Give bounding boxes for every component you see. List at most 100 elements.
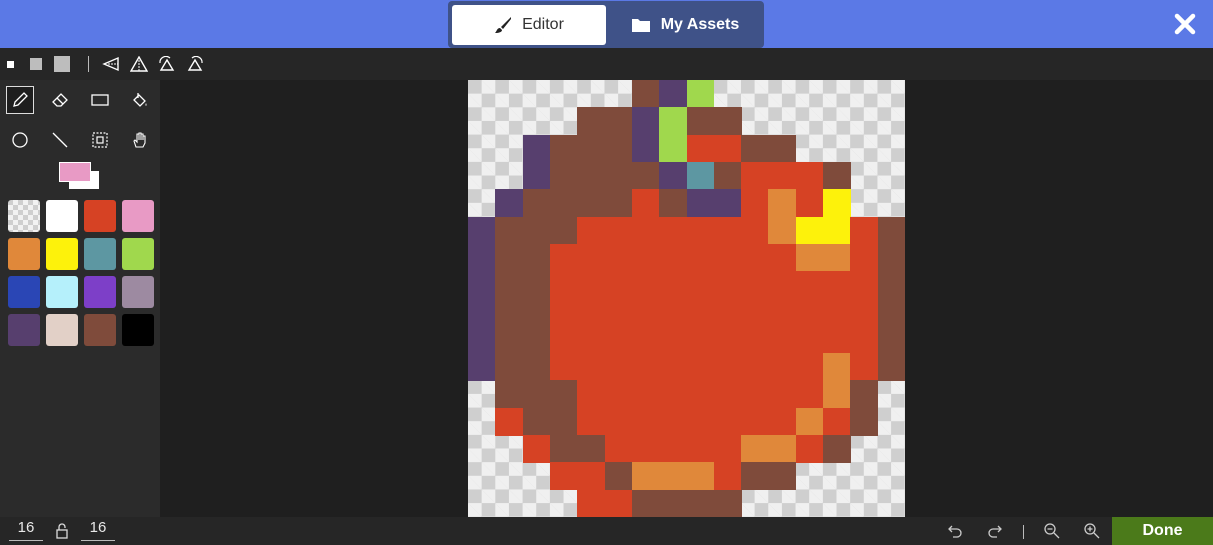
- canvas-pixel: [823, 243, 851, 272]
- close-icon: [1174, 13, 1196, 35]
- palette-swatch[interactable]: [122, 238, 154, 270]
- canvas-pixel: [823, 271, 851, 299]
- brush-size-large[interactable]: [52, 48, 72, 80]
- folder-icon: [631, 19, 650, 32]
- tab-editor[interactable]: Editor: [452, 5, 606, 45]
- palette-swatch[interactable]: [8, 238, 40, 270]
- canvas-pixel: [823, 325, 851, 354]
- canvas-pixel: [741, 271, 769, 299]
- canvas-pixel: [686, 189, 715, 218]
- aspect-lock-button[interactable]: [50, 519, 74, 543]
- current-color-preview[interactable]: [59, 162, 103, 192]
- done-button[interactable]: Done: [1112, 517, 1213, 545]
- canvas-pixel: [549, 435, 578, 463]
- canvas-pixel: [549, 271, 578, 299]
- canvas-pixel: [549, 407, 578, 436]
- canvas-pixel: [686, 489, 715, 517]
- canvas-pixel: [741, 243, 769, 272]
- canvas-pixel: [659, 435, 687, 463]
- canvas-pixel: [795, 216, 824, 245]
- bottom-bar: 16 16 Done: [0, 517, 1213, 545]
- palette-swatch[interactable]: [46, 238, 78, 270]
- canvas-pixel: [522, 380, 551, 409]
- canvas-pixel: [713, 380, 742, 409]
- canvas-pixel: [850, 380, 879, 409]
- brush-size-medium[interactable]: [28, 48, 44, 80]
- canvas-pixel: [631, 161, 660, 190]
- eraser-icon: [52, 93, 68, 107]
- brush-size-small[interactable]: [4, 48, 16, 80]
- palette-swatch[interactable]: [46, 276, 78, 308]
- canvas-pixel: [604, 407, 633, 436]
- canvas-pixel: [768, 243, 797, 272]
- tab-my-assets[interactable]: My Assets: [610, 5, 760, 45]
- canvas-pixel: [495, 271, 524, 299]
- canvas-pixel: [713, 462, 742, 491]
- palette-swatch[interactable]: [122, 314, 154, 346]
- close-button[interactable]: [1173, 12, 1197, 36]
- canvas-pixel: [686, 107, 715, 136]
- canvas-pixel: [795, 243, 824, 272]
- canvas-pixel: [686, 462, 715, 491]
- brush-size-medium-icon: [30, 58, 42, 70]
- canvas-pixel: [495, 216, 524, 245]
- canvas-pixel: [850, 271, 879, 299]
- canvas-pixel: [522, 189, 551, 218]
- circle-tool[interactable]: [6, 126, 34, 154]
- tab-my-assets-label: My Assets: [660, 16, 740, 33]
- canvas-pixel: [713, 161, 742, 190]
- canvas-pixel: [713, 189, 742, 218]
- palette-swatch[interactable]: [84, 276, 116, 308]
- marquee-tool[interactable]: [86, 126, 114, 154]
- pan-tool[interactable]: [126, 126, 154, 154]
- zoom-out-button[interactable]: [1040, 519, 1064, 543]
- palette-swatch[interactable]: [46, 314, 78, 346]
- rectangle-tool[interactable]: [86, 86, 114, 114]
- pencil-tool[interactable]: [6, 86, 34, 114]
- brush-size-small-icon: [6, 60, 14, 68]
- canvas-pixel: [604, 216, 633, 245]
- palette-swatch[interactable]: [122, 276, 154, 308]
- flip-horizontal-button[interactable]: [101, 48, 121, 80]
- palette-swatch[interactable]: [8, 276, 40, 308]
- flip-vertical-button[interactable]: [129, 48, 149, 80]
- canvas-pixel: [713, 325, 742, 354]
- palette-swatch[interactable]: [8, 200, 40, 232]
- canvas-pixel: [713, 353, 742, 381]
- canvas-height-input[interactable]: 16: [81, 519, 115, 541]
- rotate-right-button[interactable]: [185, 48, 205, 80]
- canvas-width-input[interactable]: 16: [9, 519, 43, 541]
- undo-button[interactable]: [943, 519, 967, 543]
- line-tool[interactable]: [46, 126, 74, 154]
- canvas-pixel: [795, 189, 824, 218]
- canvas-pixel: [495, 243, 524, 272]
- palette-swatch[interactable]: [8, 314, 40, 346]
- canvas-pixel: [604, 353, 633, 381]
- zoom-in-button[interactable]: [1080, 519, 1104, 543]
- canvas-pixel: [686, 298, 715, 327]
- eraser-tool[interactable]: [46, 86, 74, 114]
- palette-swatch[interactable]: [84, 238, 116, 270]
- toolbar-divider: [88, 56, 89, 72]
- canvas-pixel: [850, 243, 879, 272]
- pixel-canvas[interactable]: [468, 80, 905, 517]
- canvas-pixel: [768, 134, 797, 163]
- redo-icon: [988, 525, 1002, 538]
- redo-button[interactable]: [983, 519, 1007, 543]
- canvas-pixel: [823, 380, 851, 409]
- primary-color[interactable]: [59, 162, 91, 182]
- canvas-pixel: [686, 325, 715, 354]
- canvas-pixel: [741, 298, 769, 327]
- fill-tool[interactable]: [126, 86, 154, 114]
- palette-swatch[interactable]: [46, 200, 78, 232]
- canvas-pixel: [631, 80, 660, 108]
- palette-swatch[interactable]: [84, 314, 116, 346]
- canvas-pixel: [631, 243, 660, 272]
- palette-swatch[interactable]: [84, 200, 116, 232]
- canvas-pixel: [522, 407, 551, 436]
- canvas-pixel: [577, 161, 606, 190]
- canvas-pixel: [768, 325, 797, 354]
- palette-swatch[interactable]: [122, 200, 154, 232]
- rotate-left-button[interactable]: [157, 48, 177, 80]
- paint-bucket-icon: [133, 93, 147, 107]
